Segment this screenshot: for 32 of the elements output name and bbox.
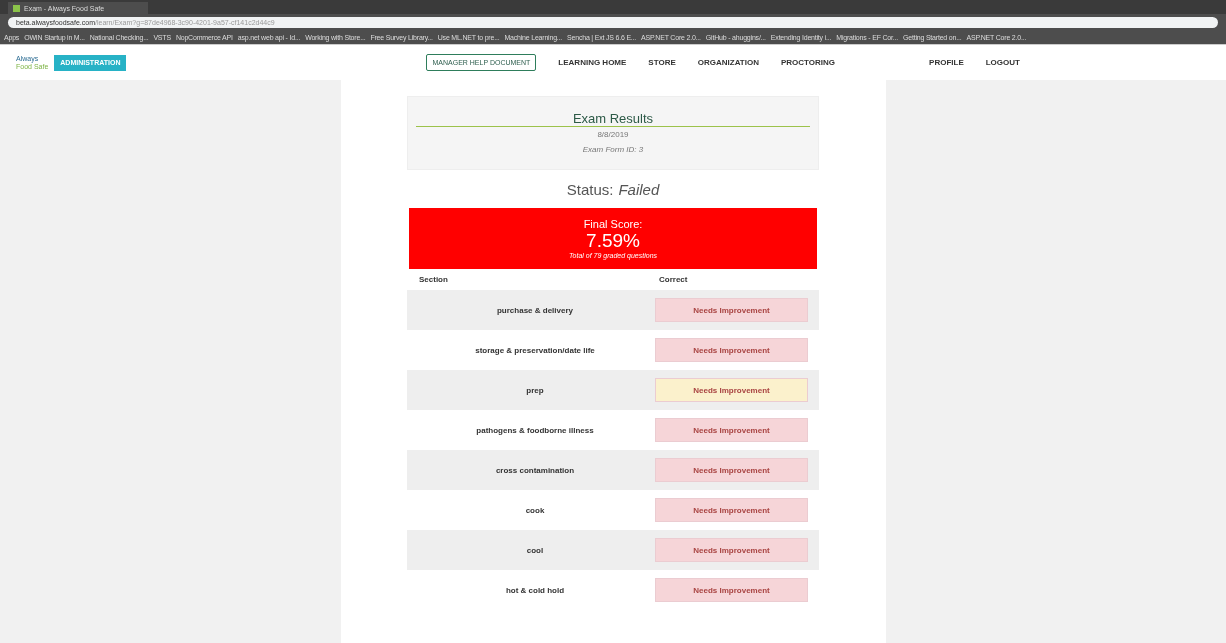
section-name: purchase & delivery <box>495 305 574 315</box>
status-value: Failed <box>618 180 660 198</box>
exam-title: Exam Results <box>416 111 810 127</box>
result-badge: Needs Improvement <box>655 538 808 562</box>
column-header: Correct <box>659 275 689 284</box>
result-badge: Needs Improvement <box>655 498 808 522</box>
result-badge: Needs Improvement <box>655 458 808 482</box>
result-badge: Needs Improvement <box>655 378 808 402</box>
nav-link[interactable]: LOGOUT <box>985 58 1020 67</box>
exam-form-id: Exam Form ID: 3 <box>582 145 644 154</box>
favicon-icon <box>13 4 20 12</box>
result-badge: Needs Improvement <box>655 578 808 602</box>
section-name: prep <box>525 385 545 395</box>
section-name: storage & preservation/date life <box>474 345 596 355</box>
result-badge: Needs Improvement <box>655 338 808 362</box>
section-name: cool <box>525 545 545 555</box>
column-header: Section <box>419 275 449 284</box>
section-name: pathogens & foodborne illness <box>475 425 595 435</box>
nav-link[interactable]: PROFILE <box>929 58 964 67</box>
section-name: cook <box>524 505 546 515</box>
nav-link[interactable]: PROCTORING <box>780 58 836 67</box>
score-value: 7.59% <box>586 230 640 252</box>
nav-link[interactable]: STORE <box>648 58 676 67</box>
nav-link[interactable]: ORGANIZATION <box>697 58 759 67</box>
result-badge: Needs Improvement <box>655 418 808 442</box>
score-label: Final Score: <box>583 218 643 230</box>
status-label: Status: <box>566 180 614 198</box>
exam-date: 8/8/2019 <box>597 130 629 139</box>
section-name: cross contamination <box>494 465 576 475</box>
section-name: hot & cold hold <box>504 585 566 595</box>
result-badge: Needs Improvement <box>655 298 808 322</box>
nav-link[interactable]: LEARNING HOME <box>558 58 627 67</box>
